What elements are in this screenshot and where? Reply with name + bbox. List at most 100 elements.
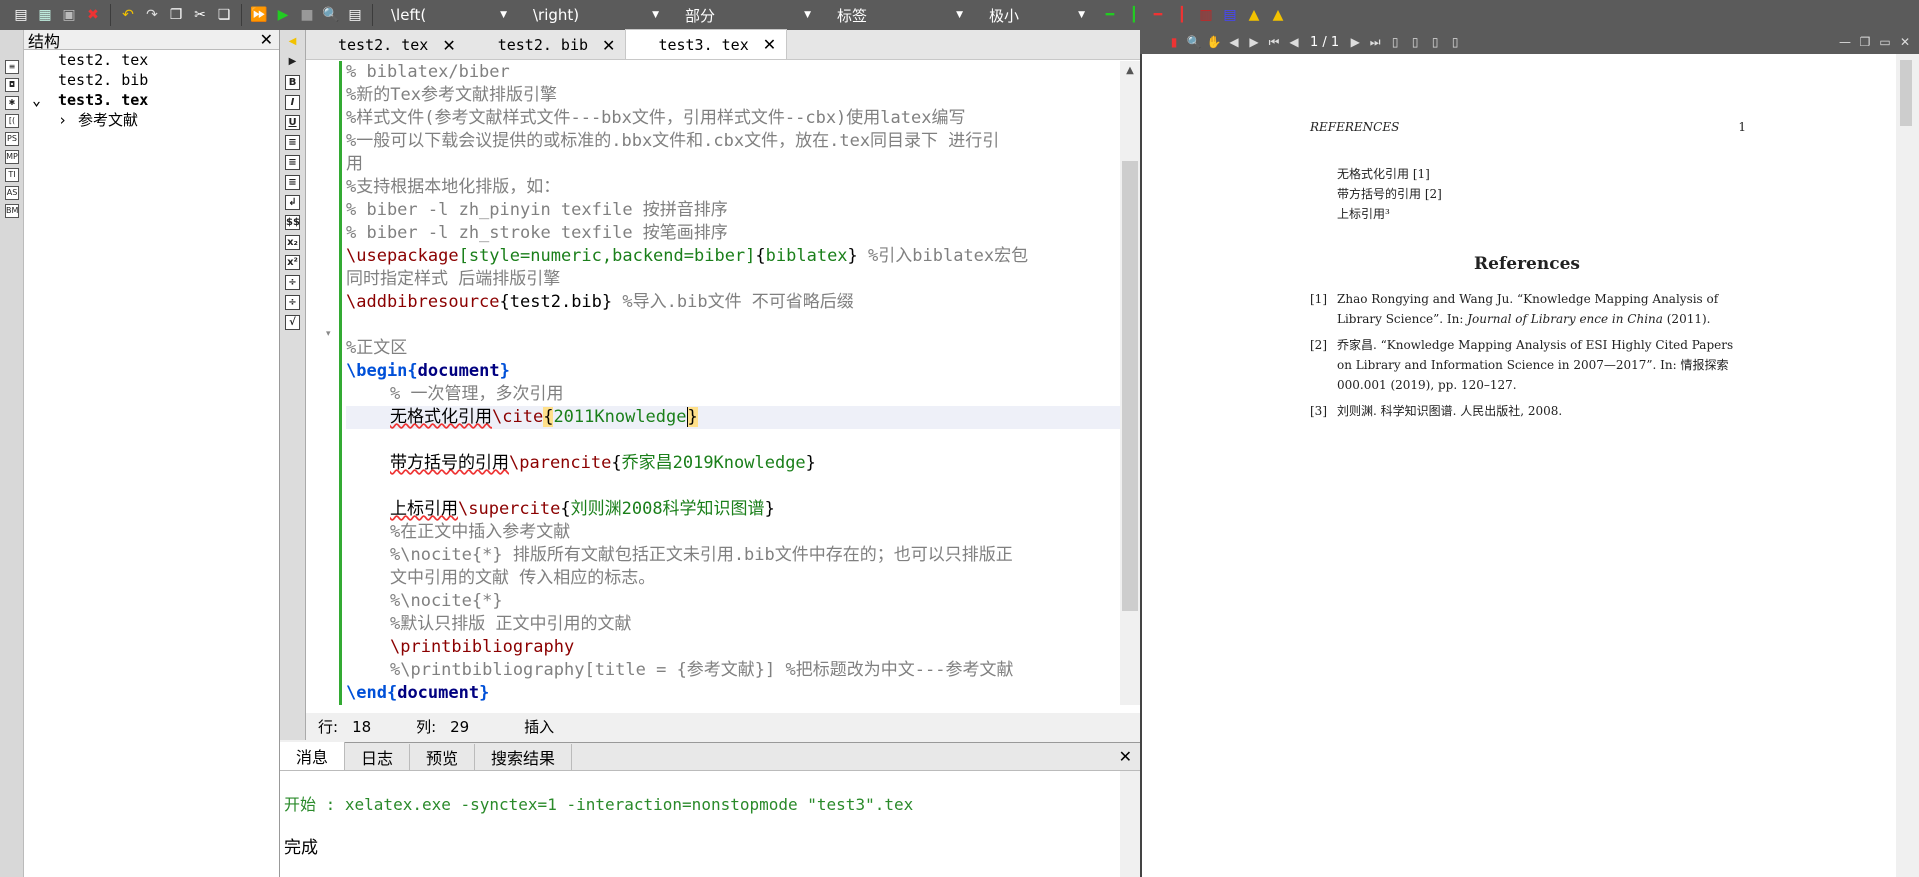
- warning-icon[interactable]: ▲: [1243, 4, 1265, 26]
- italic-icon[interactable]: I: [285, 95, 300, 110]
- beamer-icon[interactable]: BM: [5, 204, 19, 218]
- asymptote-icon[interactable]: AS: [5, 186, 19, 200]
- tab-test2-tex[interactable]: test2. tex ✕: [306, 31, 466, 59]
- minimize-icon[interactable]: —: [1837, 34, 1853, 50]
- math-mode-icon[interactable]: $$: [285, 215, 300, 230]
- close-file-icon[interactable]: ✖: [82, 4, 104, 26]
- close-icon[interactable]: ✕: [260, 30, 273, 49]
- window-icon[interactable]: ▭: [1877, 34, 1893, 50]
- new-from-template-icon[interactable]: ▦: [34, 4, 56, 26]
- tab-search-results[interactable]: 搜索结果: [475, 744, 573, 770]
- line-gutter[interactable]: [306, 61, 336, 705]
- forward-icon[interactable]: ▶: [1246, 34, 1262, 50]
- pstricks-icon[interactable]: PS: [5, 132, 19, 146]
- left-delimiter-dropdown[interactable]: \left(▼: [379, 4, 519, 26]
- size-dropdown[interactable]: 极小 ▼: [977, 4, 1097, 26]
- next-page-icon[interactable]: ▶: [1347, 34, 1363, 50]
- cut-icon[interactable]: ✂: [189, 4, 211, 26]
- back-icon[interactable]: ◀: [1226, 34, 1242, 50]
- paste-icon[interactable]: ❐: [165, 4, 187, 26]
- scrollbar-thumb[interactable]: [1122, 161, 1138, 611]
- last-page-icon[interactable]: ⏭: [1367, 34, 1383, 50]
- align-center-icon[interactable]: ≡: [285, 155, 300, 170]
- tab-messages[interactable]: 消息: [280, 742, 346, 770]
- sqrt-icon[interactable]: √: [285, 315, 300, 330]
- redo-icon[interactable]: ↷: [141, 4, 163, 26]
- prev-mark-icon[interactable]: ◀: [285, 35, 300, 50]
- zoom-icon[interactable]: 🔍: [1186, 34, 1202, 50]
- code-line-current: 无格式化引用\cite{2011Knowledge}: [346, 406, 1120, 429]
- underline-icon[interactable]: U: [285, 115, 300, 130]
- code-area[interactable]: ▾ % biblatex/biber %新的Tex参考文献排版引擎 %样式文件(…: [306, 61, 1120, 705]
- dfrac-icon[interactable]: ÷: [285, 295, 300, 310]
- editor-scrollbar[interactable]: ▲: [1120, 61, 1140, 705]
- run-icon[interactable]: ▶: [272, 4, 294, 26]
- first-page-icon[interactable]: ⏮: [1266, 34, 1282, 50]
- close-icon[interactable]: ✕: [763, 35, 776, 54]
- collapsed-chevron-icon[interactable]: ›: [58, 110, 78, 130]
- table-remove-column-icon[interactable]: ┃: [1171, 4, 1193, 26]
- continuous-icon[interactable]: ▯: [1407, 34, 1423, 50]
- tab-test2-bib[interactable]: test2. bib ✕: [466, 31, 626, 59]
- scroll-up-icon[interactable]: ▲: [1120, 61, 1140, 76]
- close-icon[interactable]: ✕: [442, 36, 455, 55]
- table-add-column-icon[interactable]: ┃: [1123, 4, 1145, 26]
- tree-item-test2-tex[interactable]: test2. tex: [24, 50, 279, 70]
- view-log-icon[interactable]: ▤: [344, 4, 366, 26]
- pdf-scrollbar[interactable]: [1896, 54, 1919, 877]
- metapost-icon[interactable]: MP: [5, 150, 19, 164]
- pdf-page[interactable]: REFERENCES 1 无格式化引用 [1] 带方括号的引用 [2] 上标引用…: [1142, 54, 1896, 877]
- page-indicator[interactable]: 1 / 1: [1306, 35, 1343, 50]
- fit-width-icon[interactable]: ▯: [1427, 34, 1443, 50]
- fold-marker-icon[interactable]: ▾: [326, 329, 331, 339]
- pdf-bookmark-icon[interactable]: ▮: [1166, 34, 1182, 50]
- compile-icon[interactable]: ⏩: [248, 4, 270, 26]
- close-icon[interactable]: ✕: [602, 36, 615, 55]
- fit-page-icon[interactable]: ▯: [1447, 34, 1463, 50]
- subscript-icon[interactable]: x₂: [285, 235, 300, 250]
- table-remove-row-icon[interactable]: ━: [1147, 4, 1169, 26]
- structure-icon[interactable]: ≡: [5, 60, 19, 74]
- align-left-icon[interactable]: ≡: [285, 135, 300, 150]
- table-add-row-icon[interactable]: ━: [1099, 4, 1121, 26]
- tab-preview[interactable]: 预览: [410, 744, 476, 770]
- hand-icon[interactable]: ✋: [1206, 34, 1222, 50]
- close-icon[interactable]: ✕: [1119, 747, 1132, 766]
- copy-icon[interactable]: ❏: [213, 4, 235, 26]
- reference-dropdown[interactable]: 标签 ▼: [825, 4, 975, 26]
- tree-item-test2-bib[interactable]: test2. bib: [24, 70, 279, 90]
- close-icon[interactable]: ✕: [1897, 34, 1913, 50]
- table-cols-icon[interactable]: ▥: [1195, 4, 1217, 26]
- align-right-icon[interactable]: ≡: [285, 175, 300, 190]
- bold-icon[interactable]: B: [285, 75, 300, 90]
- expanded-chevron-icon[interactable]: ⌄: [32, 90, 58, 110]
- undo-icon[interactable]: ↶: [117, 4, 139, 26]
- prev-page-icon[interactable]: ◀: [1286, 34, 1302, 50]
- next-mark-icon[interactable]: ▶: [285, 55, 300, 70]
- symbols-icon[interactable]: ✱: [5, 96, 19, 110]
- warning-next-icon[interactable]: ▲: [1267, 4, 1289, 26]
- bookmark-icon[interactable]: ◘: [5, 78, 19, 92]
- tab-log[interactable]: 日志: [345, 744, 411, 770]
- save-icon[interactable]: ▣: [58, 4, 80, 26]
- scrollbar-thumb[interactable]: [1900, 60, 1912, 126]
- stop-icon[interactable]: ■: [296, 4, 318, 26]
- latex-command: \begin: [346, 361, 408, 381]
- tab-test3-tex[interactable]: test3. tex ✕: [625, 29, 788, 59]
- tree-item-test3-tex[interactable]: ⌄ test3. tex: [24, 90, 279, 110]
- code-editor: test2. tex ✕ test2. bib ✕ test3. tex ✕ ▾ % …: [306, 29, 1140, 740]
- tree-item-bibliography[interactable]: › 参考文献: [24, 110, 279, 130]
- single-page-icon[interactable]: ▯: [1387, 34, 1403, 50]
- new-file-icon[interactable]: ▤: [10, 4, 32, 26]
- output-scrollbar[interactable]: [1120, 771, 1140, 877]
- section-dropdown[interactable]: 部分 ▼: [673, 4, 823, 26]
- view-pdf-icon[interactable]: 🔍: [320, 4, 342, 26]
- table-align-icon[interactable]: ▤: [1219, 4, 1241, 26]
- right-delimiter-dropdown[interactable]: \right) ▼: [521, 4, 671, 26]
- restore-icon[interactable]: ❐: [1857, 34, 1873, 50]
- newline-icon[interactable]: ↲: [285, 195, 300, 210]
- fraction-icon[interactable]: ÷: [285, 275, 300, 290]
- superscript-icon[interactable]: x²: [285, 255, 300, 270]
- tikz-icon[interactable]: TI: [5, 168, 19, 182]
- brackets-icon[interactable]: [(: [5, 114, 19, 128]
